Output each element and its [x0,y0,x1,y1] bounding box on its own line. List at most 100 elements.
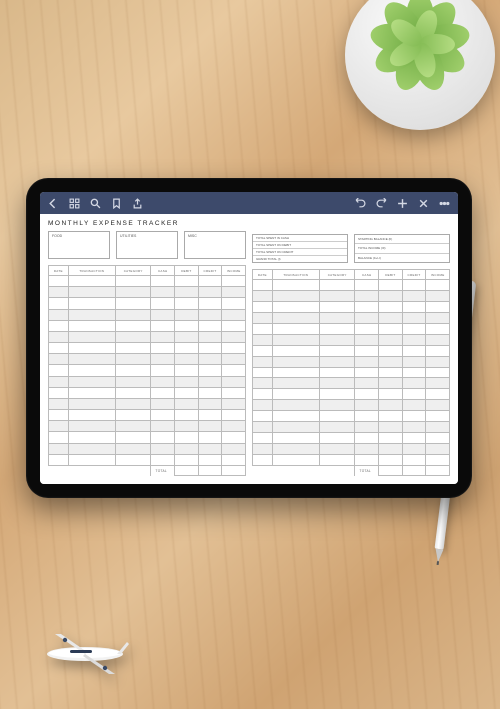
table-row[interactable] [253,323,450,334]
table-cell[interactable] [49,387,69,398]
table-row[interactable] [253,367,450,378]
table-cell[interactable] [68,354,115,365]
table-cell[interactable] [49,365,69,376]
table-cell[interactable] [319,433,354,444]
table-cell[interactable] [68,421,115,432]
table-row[interactable] [49,398,246,409]
table-cell[interactable] [198,354,222,365]
table-row[interactable] [49,354,246,365]
table-row[interactable] [49,387,246,398]
table-row[interactable] [49,410,246,421]
table-cell[interactable] [426,290,450,301]
table-cell[interactable] [198,398,222,409]
table-cell[interactable] [198,376,222,387]
table-cell[interactable] [253,280,273,291]
table-cell[interactable] [151,287,175,298]
table-cell[interactable] [402,411,426,422]
table-cell[interactable] [115,421,150,432]
table-cell[interactable] [272,389,319,400]
table-cell[interactable] [175,421,199,432]
table-row[interactable] [253,400,450,411]
table-cell[interactable] [355,323,379,334]
table-cell[interactable] [272,345,319,356]
table-cell[interactable] [355,280,379,291]
table-cell[interactable] [49,398,69,409]
table-cell[interactable] [379,455,403,466]
table-cell[interactable] [402,400,426,411]
table-cell[interactable] [379,301,403,312]
table-row[interactable] [49,365,246,376]
table-cell[interactable] [272,378,319,389]
table-cell[interactable] [253,389,273,400]
table-cell[interactable] [355,290,379,301]
table-cell[interactable] [253,334,273,345]
table-cell[interactable] [222,432,246,443]
table-cell[interactable] [68,365,115,376]
table-cell[interactable] [355,455,379,466]
table-cell[interactable] [355,444,379,455]
table-cell[interactable] [198,287,222,298]
table-cell[interactable] [222,309,246,320]
table-cell[interactable] [151,410,175,421]
table-cell[interactable] [151,376,175,387]
table-cell[interactable] [68,443,115,454]
table-cell[interactable] [198,309,222,320]
table-cell[interactable] [272,367,319,378]
table-cell[interactable] [198,343,222,354]
table-cell[interactable] [319,290,354,301]
table-cell[interactable] [222,365,246,376]
table-cell[interactable] [222,343,246,354]
table-cell[interactable] [426,345,450,356]
table-cell[interactable] [151,432,175,443]
table-cell[interactable] [355,389,379,400]
table-cell[interactable] [175,365,199,376]
table-cell[interactable] [272,455,319,466]
table-cell[interactable] [49,432,69,443]
table-cell[interactable] [49,287,69,298]
table-cell[interactable] [426,411,450,422]
table-cell[interactable] [402,389,426,400]
table-cell[interactable] [151,298,175,309]
table-cell[interactable] [115,443,150,454]
category-box-utilities[interactable]: UTILITIES [116,231,178,259]
table-row[interactable] [253,356,450,367]
table-cell[interactable] [379,400,403,411]
table-cell[interactable] [253,422,273,433]
table-cell[interactable] [402,290,426,301]
table-cell[interactable] [319,345,354,356]
table-cell[interactable] [402,301,426,312]
table-cell[interactable] [222,410,246,421]
table-cell[interactable] [379,290,403,301]
table-cell[interactable] [49,443,69,454]
table-cell[interactable] [355,378,379,389]
table-row[interactable] [253,389,450,400]
table-row[interactable] [253,378,450,389]
table-cell[interactable] [319,312,354,323]
table-cell[interactable] [402,433,426,444]
table-cell[interactable] [175,298,199,309]
table-cell[interactable] [253,290,273,301]
table-row[interactable] [253,312,450,323]
table-cell[interactable] [426,455,450,466]
table-cell[interactable] [319,367,354,378]
table-cell[interactable] [272,444,319,455]
table-cell[interactable] [319,389,354,400]
table-cell[interactable] [222,398,246,409]
table-cell[interactable] [222,376,246,387]
bookmark-icon[interactable] [111,198,122,209]
table-cell[interactable] [426,312,450,323]
table-cell[interactable] [253,312,273,323]
table-cell[interactable] [355,367,379,378]
table-cell[interactable] [175,387,199,398]
table-row[interactable] [49,309,246,320]
search-icon[interactable] [90,198,101,209]
table-cell[interactable] [68,320,115,331]
table-cell[interactable] [319,334,354,345]
table-row[interactable] [49,432,246,443]
table-cell[interactable] [151,354,175,365]
table-cell[interactable] [115,343,150,354]
table-cell[interactable] [68,387,115,398]
table-cell[interactable] [175,320,199,331]
grid-icon[interactable] [69,198,80,209]
table-cell[interactable] [68,331,115,342]
